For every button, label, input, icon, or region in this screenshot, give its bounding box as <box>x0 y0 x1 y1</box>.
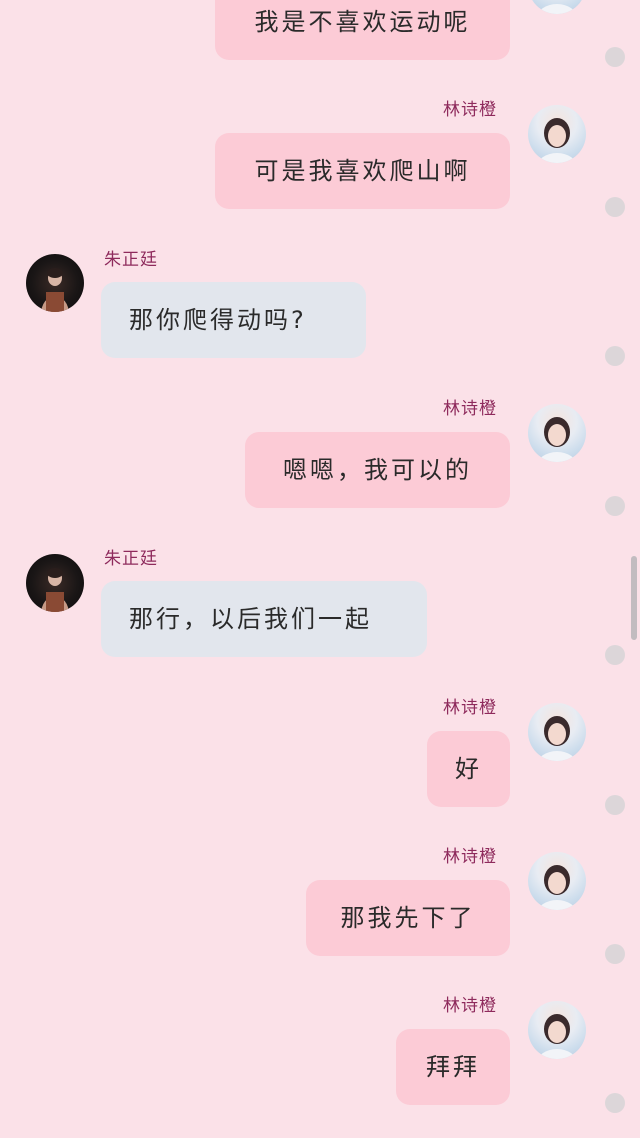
scrollbar[interactable] <box>631 556 637 640</box>
sender-name: 朱正廷 <box>104 549 158 569</box>
boy-avatar-icon <box>41 568 69 612</box>
sender-avatar[interactable] <box>26 554 84 612</box>
sender-avatar[interactable] <box>26 254 84 312</box>
sender-name: 林诗橙 <box>443 698 497 718</box>
read-status-dot-icon <box>605 346 625 366</box>
sender-avatar[interactable] <box>528 852 586 910</box>
read-status-dot-icon <box>605 47 625 67</box>
sender-avatar[interactable] <box>528 703 586 761</box>
message-bubble[interactable]: 嗯嗯，我可以的 <box>245 432 510 508</box>
sender-name: 林诗橙 <box>443 996 497 1016</box>
boy-avatar-icon <box>41 268 69 312</box>
sender-avatar[interactable] <box>528 0 586 14</box>
sender-avatar[interactable] <box>528 105 586 163</box>
message-bubble[interactable]: 那你爬得动吗? <box>101 282 366 358</box>
girl-avatar-icon <box>537 1014 577 1059</box>
message-bubble[interactable]: 可是我喜欢爬山啊 <box>215 133 510 209</box>
read-status-dot-icon <box>605 1093 625 1113</box>
sender-avatar[interactable] <box>528 404 586 462</box>
message-bubble[interactable]: 我是不喜欢运动呢 <box>215 0 510 60</box>
sender-name: 林诗橙 <box>443 100 497 120</box>
message-bubble[interactable]: 好 <box>427 731 510 807</box>
read-status-dot-icon <box>605 496 625 516</box>
read-status-dot-icon <box>605 645 625 665</box>
message-bubble[interactable]: 那行，以后我们一起 <box>101 581 427 657</box>
sender-name: 朱正廷 <box>104 250 158 270</box>
message-bubble[interactable]: 那我先下了 <box>306 880 510 956</box>
sender-avatar[interactable] <box>528 1001 586 1059</box>
girl-avatar-icon <box>537 716 577 761</box>
girl-avatar-icon <box>537 4 577 14</box>
sender-name: 林诗橙 <box>443 847 497 867</box>
girl-avatar-icon <box>537 118 577 163</box>
sender-name: 林诗橙 <box>443 399 497 419</box>
girl-avatar-icon <box>537 865 577 910</box>
read-status-dot-icon <box>605 197 625 217</box>
read-status-dot-icon <box>605 944 625 964</box>
read-status-dot-icon <box>605 795 625 815</box>
message-bubble[interactable]: 拜拜 <box>396 1029 510 1105</box>
girl-avatar-icon <box>537 417 577 462</box>
